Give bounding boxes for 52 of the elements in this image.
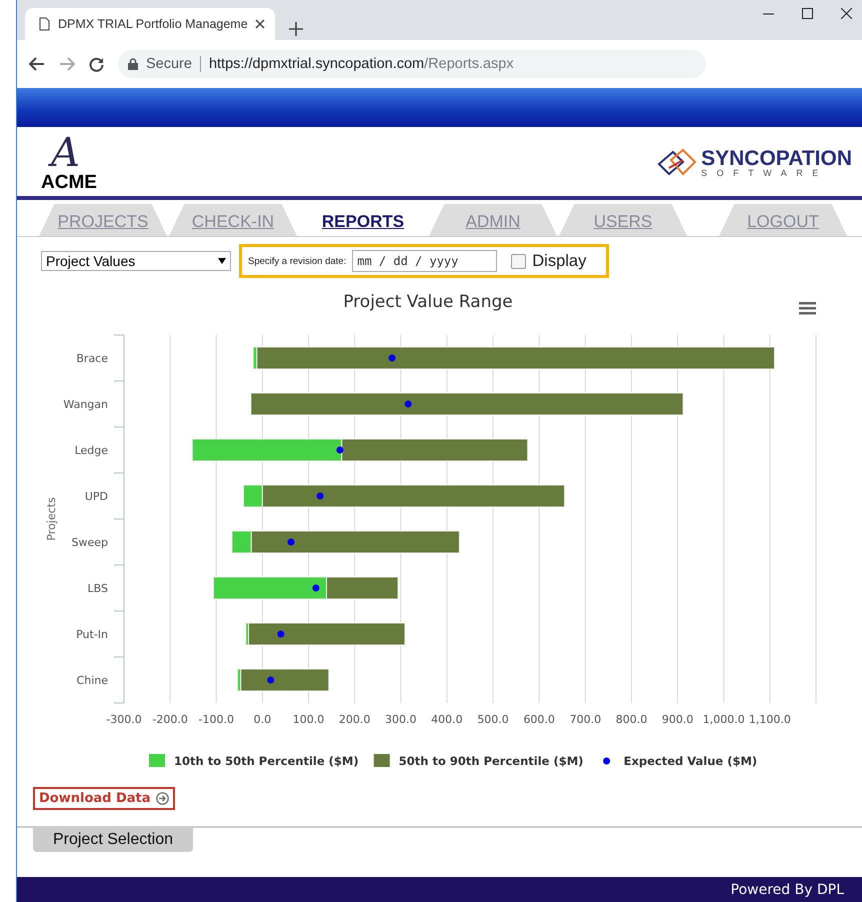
arrow-circle-icon [156, 792, 169, 805]
tick-label: -300.0 [106, 713, 142, 726]
download-button[interactable]: Download Data [33, 787, 175, 810]
lock-icon [128, 58, 138, 70]
footer-text: Powered By DPL [730, 882, 844, 898]
caret-icon [218, 258, 226, 264]
logo-tagline: SOFTWARE [701, 169, 828, 178]
tick-label: -200.0 [152, 713, 188, 726]
axis-title: Projects [45, 497, 58, 541]
reload-icon[interactable] [89, 56, 104, 72]
category-label: LBS [88, 582, 108, 595]
date-field[interactable]: mm / dd / yyyy [352, 250, 498, 272]
tick-label: 900.0 [662, 713, 694, 726]
category-label: UPD [84, 490, 108, 503]
section-tab[interactable]: Project Selection [33, 828, 193, 852]
logo-name: SYNCOPATION [701, 148, 852, 169]
tick-label: 0.0 [254, 713, 272, 726]
category-label: Chine [76, 674, 108, 687]
report-dropdown[interactable]: Project Values [41, 251, 231, 271]
tick-label: 800.0 [616, 713, 648, 726]
menu-icon[interactable] [799, 302, 816, 314]
diamond-logo-icon [657, 148, 698, 178]
display-checkbox[interactable] [511, 254, 526, 268]
tick-label: -100.0 [198, 713, 234, 726]
category-label: Wangan [63, 398, 108, 411]
tick-label: 100.0 [292, 713, 324, 726]
tick-label: 600.0 [523, 713, 555, 726]
acme-logo: A ACME [41, 133, 97, 192]
tick-label: 1,000.0 [702, 713, 745, 726]
category-label: Put-In [76, 628, 108, 641]
chart-title: Project Value Range [343, 292, 513, 312]
tick-label: 700.0 [570, 713, 602, 726]
close-window-icon[interactable] [841, 8, 852, 19]
browser-tab[interactable]: DPMX TRIAL Portfolio Manageme [25, 8, 275, 40]
legend-label[interactable]: 50th to 90th Percentile ($M) [398, 754, 584, 768]
category-label: Sweep [72, 536, 108, 549]
category-label: Brace [76, 352, 108, 365]
tick-label: 400.0 [431, 713, 463, 726]
back-icon[interactable] [29, 57, 45, 71]
maximize-icon[interactable] [802, 8, 813, 19]
page-icon [39, 17, 50, 31]
revision-panel: Specify a revision date: mm / dd / yyyy Display [239, 244, 610, 278]
category-label: Ledge [74, 444, 108, 457]
tick-label: 500.0 [477, 713, 509, 726]
address-bar[interactable]: Secure https://dpmxtrial.syncopation.com/Reports.aspx [118, 50, 706, 78]
new-tab-icon[interactable] [287, 22, 305, 36]
legend-label[interactable]: Expected Value ($M) [624, 754, 758, 768]
tick-label: 300.0 [385, 713, 417, 726]
tick-label: 1,100.0 [748, 713, 791, 726]
legend-label[interactable]: 10th to 50th Percentile ($M) [174, 754, 359, 768]
tick-label: 200.0 [338, 713, 370, 726]
close-icon[interactable] [255, 19, 265, 29]
